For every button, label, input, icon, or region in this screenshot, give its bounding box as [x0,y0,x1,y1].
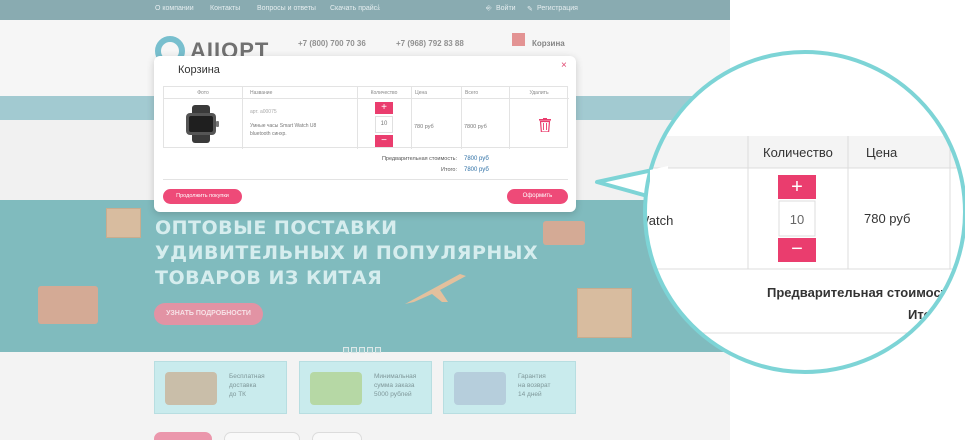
zoom-unit-price: 780 руб [864,211,910,226]
plus-icon: + [791,176,803,198]
zoom-col-price: Цена [866,145,898,160]
zoom-col-qty: Количество [763,145,833,160]
zoom-callout: Количество Цена Watch + 10 − 780 руб Пре… [595,50,965,374]
minus-icon: − [791,238,803,260]
zoom-qty-value: 10 [790,212,804,227]
zoom-product-name: Watch [637,213,673,228]
zoom-pre-total-label: Предварительная стоимость: [767,285,959,300]
page: О компании Контакты Вопросы и ответы Ска… [0,0,965,440]
callout-joint [650,166,668,202]
